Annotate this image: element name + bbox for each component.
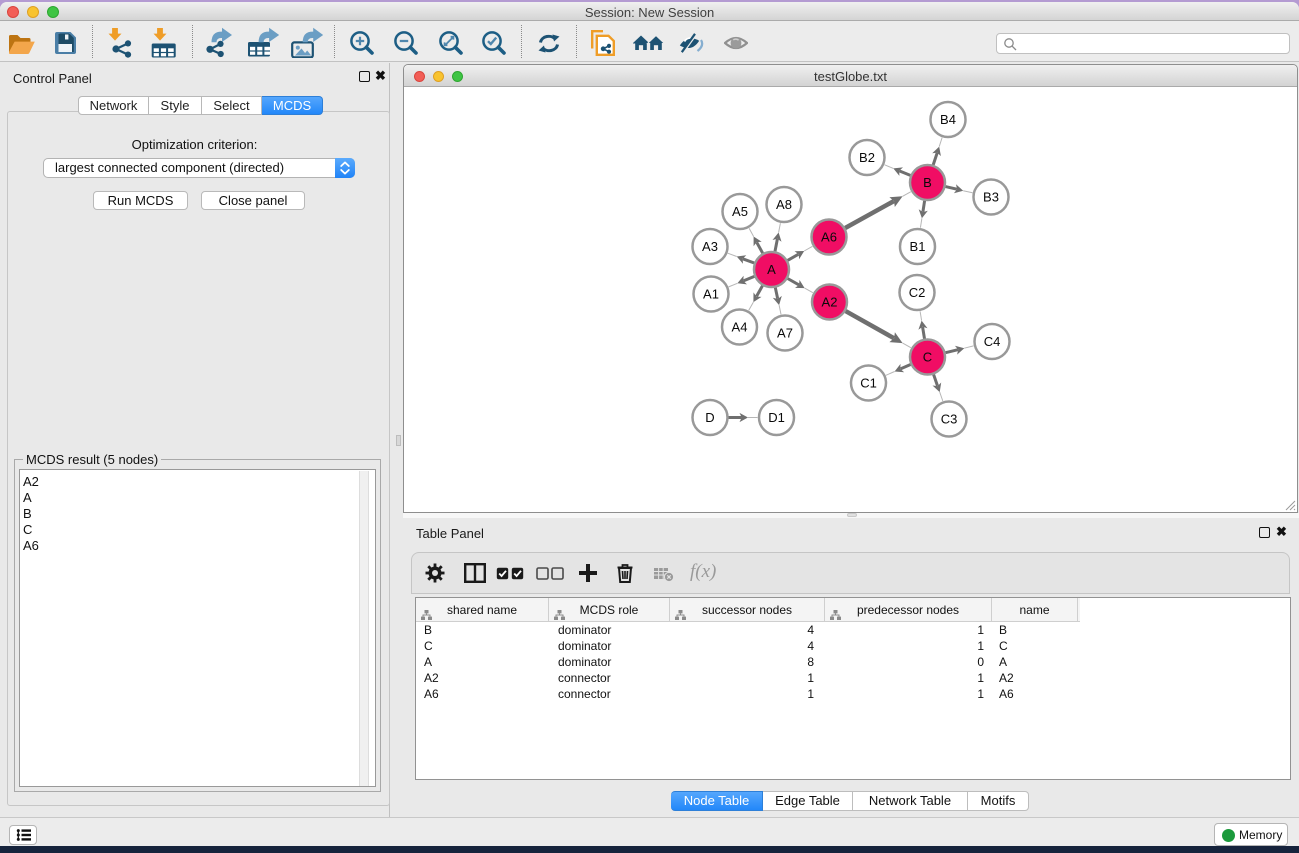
svg-text:C1: C1 — [860, 376, 877, 391]
svg-text:C4: C4 — [984, 334, 1001, 349]
svg-text:A: A — [767, 262, 776, 277]
svg-text:B3: B3 — [983, 190, 999, 205]
svg-text:A1: A1 — [703, 287, 719, 302]
svg-text:B1: B1 — [910, 239, 926, 254]
svg-text:A2: A2 — [822, 295, 838, 310]
svg-text:C: C — [923, 350, 932, 365]
svg-text:C3: C3 — [941, 412, 958, 427]
svg-text:A8: A8 — [776, 197, 792, 212]
svg-text:B: B — [923, 175, 932, 190]
svg-text:A3: A3 — [702, 239, 718, 254]
svg-text:A6: A6 — [821, 230, 837, 245]
svg-text:D: D — [705, 410, 714, 425]
svg-text:A4: A4 — [732, 320, 748, 335]
svg-text:D1: D1 — [768, 410, 785, 425]
svg-text:B2: B2 — [859, 150, 875, 165]
svg-text:B4: B4 — [940, 112, 956, 127]
svg-text:A7: A7 — [777, 326, 793, 341]
svg-text:A5: A5 — [732, 204, 748, 219]
svg-text:C2: C2 — [909, 285, 926, 300]
